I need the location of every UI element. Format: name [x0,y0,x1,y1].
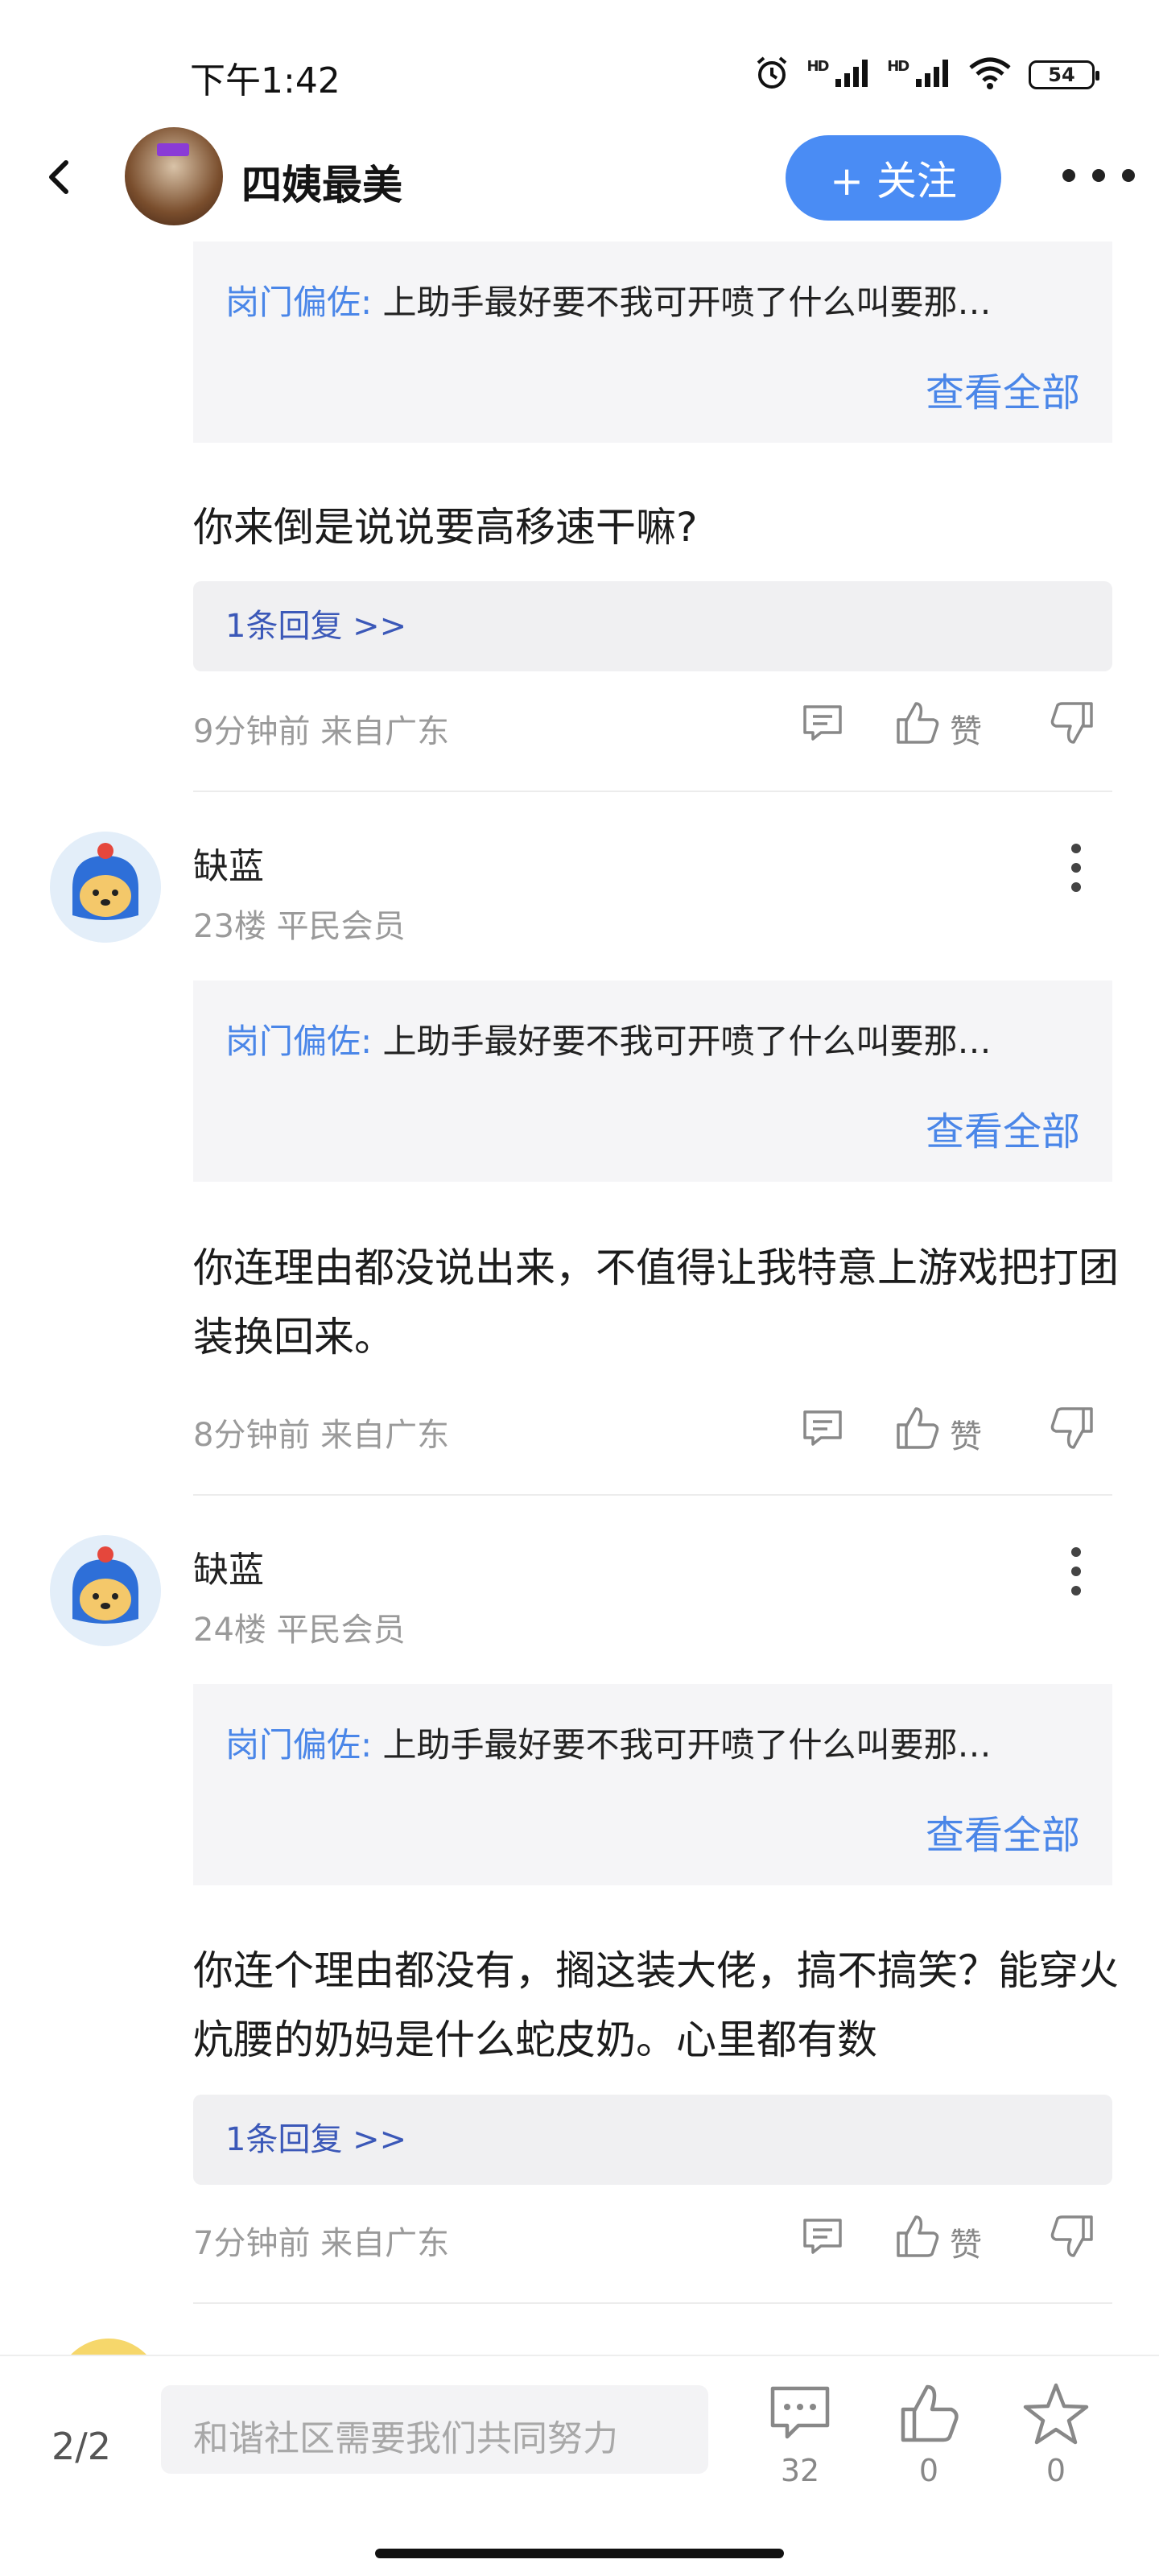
divider [193,2302,1112,2304]
status-time: 下午1:42 [190,60,340,101]
alarm-icon [753,55,790,95]
floor-info: 24楼 平民会员 [193,1612,406,1649]
post-meta: 9分钟前 来自广东 [193,713,450,750]
page-indicator[interactable]: 2/2 [52,2425,111,2468]
home-indicator[interactable] [375,2549,784,2558]
replies-link[interactable]: 1条回复 >> [193,581,1112,671]
signal-icon-2: HD [887,58,951,93]
user-avatar[interactable] [50,832,161,943]
post-actions: 赞 [789,1402,1111,1459]
header: 四姨最美 + 关注 [0,121,1159,233]
dislike-icon[interactable] [1046,697,1098,752]
follow-button[interactable]: + 关注 [786,135,1001,221]
like-count: 0 [918,2453,939,2488]
wifi-icon [967,56,1013,93]
divider [193,1494,1112,1496]
like-label[interactable]: 赞 [950,705,982,752]
like-label[interactable]: 赞 [950,1410,982,1457]
bottom-bar: 2/2 和谐社区需要我们共同努力 32 0 0 [0,2355,1159,2576]
like-icon[interactable] [892,697,943,752]
hd-label-2: HD [887,57,909,75]
more-options-icon[interactable] [1064,844,1088,892]
dislike-icon[interactable] [1046,1402,1098,1457]
quote-box[interactable]: 岗门偏佐: 上助手最好要不我可开喷了什么叫要那… 查看全部 [193,980,1112,1182]
divider [193,791,1112,792]
post-actions: 赞 [789,697,1111,753]
dislike-icon[interactable] [1046,2211,1098,2265]
back-icon[interactable] [35,153,84,201]
post-body: 你连个理由都没有，搁这装大佬，搞不搞笑？能穿火炕腰的奶妈是什么蛇皮奶。心里都有数 [193,1947,1119,2063]
quote-author[interactable]: 岗门偏佐: [225,283,372,322]
quote-author[interactable]: 岗门偏佐: [225,1022,372,1061]
comment-input[interactable]: 和谐社区需要我们共同努力 [161,2385,708,2474]
quote-text: 上助手最好要不我可开喷了什么叫要那… [382,1725,992,1765]
username[interactable]: 缺蓝 [193,1541,264,1592]
quote-line: 岗门偏佐: 上助手最好要不我可开喷了什么叫要那… [225,275,992,324]
post-actions: 赞 [789,2211,1111,2267]
status-icons: HD HD 54 [753,55,1099,95]
post-meta: 7分钟前 来自广东 [193,2225,450,2262]
more-options-icon[interactable] [1064,1547,1088,1596]
quote-line: 岗门偏佐: 上助手最好要不我可开喷了什么叫要那… [225,1718,992,1767]
comment-icon [770,2386,830,2439]
quote-line: 岗门偏佐: 上助手最好要不我可开喷了什么叫要那… [225,1014,992,1063]
post-body: 你连理由都没说出来，不值得让我特意上游戏把打团装换回来。 [193,1245,1119,1360]
comment-icon[interactable] [797,1402,848,1457]
quote-box[interactable]: 岗门偏佐: 上助手最好要不我可开喷了什么叫要那… 查看全部 [193,242,1112,443]
author-avatar[interactable] [125,127,223,225]
quote-text: 上助手最好要不我可开喷了什么叫要那… [382,283,992,322]
favorite-count: 0 [1046,2453,1066,2488]
like-label[interactable]: 赞 [950,2219,982,2265]
hd-label-1: HD [806,57,829,75]
view-all-link[interactable]: 查看全部 [926,361,1080,417]
like-icon[interactable] [892,2211,943,2265]
favorite-button[interactable]: 0 [1016,2380,1096,2488]
user-avatar[interactable] [50,1535,161,1646]
post-meta: 8分钟前 来自广东 [193,1417,450,1454]
like-icon [901,2384,959,2442]
author-name[interactable]: 四姨最美 [241,153,402,211]
signal-icon-1: HD [806,58,871,93]
replies-link[interactable]: 1条回复 >> [193,2095,1112,2185]
view-all-link[interactable]: 查看全部 [926,1803,1080,1860]
star-icon [1023,2383,1089,2445]
comment-icon[interactable] [797,697,848,752]
username[interactable]: 缺蓝 [193,837,264,889]
post-body: 你来倒是说说要高移速干嘛? [193,504,698,551]
comment-count: 32 [780,2453,820,2488]
quote-author[interactable]: 岗门偏佐: [225,1725,372,1765]
comment-icon[interactable] [797,2211,848,2265]
like-button[interactable]: 0 [889,2380,969,2488]
view-all-link[interactable]: 查看全部 [926,1100,1080,1156]
floor-info: 23楼 平民会员 [193,908,406,945]
like-icon[interactable] [892,1402,943,1457]
quote-box[interactable]: 岗门偏佐: 上助手最好要不我可开喷了什么叫要那… 查看全部 [193,1684,1112,1885]
more-icon[interactable] [1062,169,1135,185]
battery-icon: 54 [1029,60,1099,89]
comments-button[interactable]: 32 [760,2380,840,2488]
quote-text: 上助手最好要不我可开喷了什么叫要那… [382,1022,992,1061]
comment-input-placeholder: 和谐社区需要我们共同努力 [193,2418,618,2459]
